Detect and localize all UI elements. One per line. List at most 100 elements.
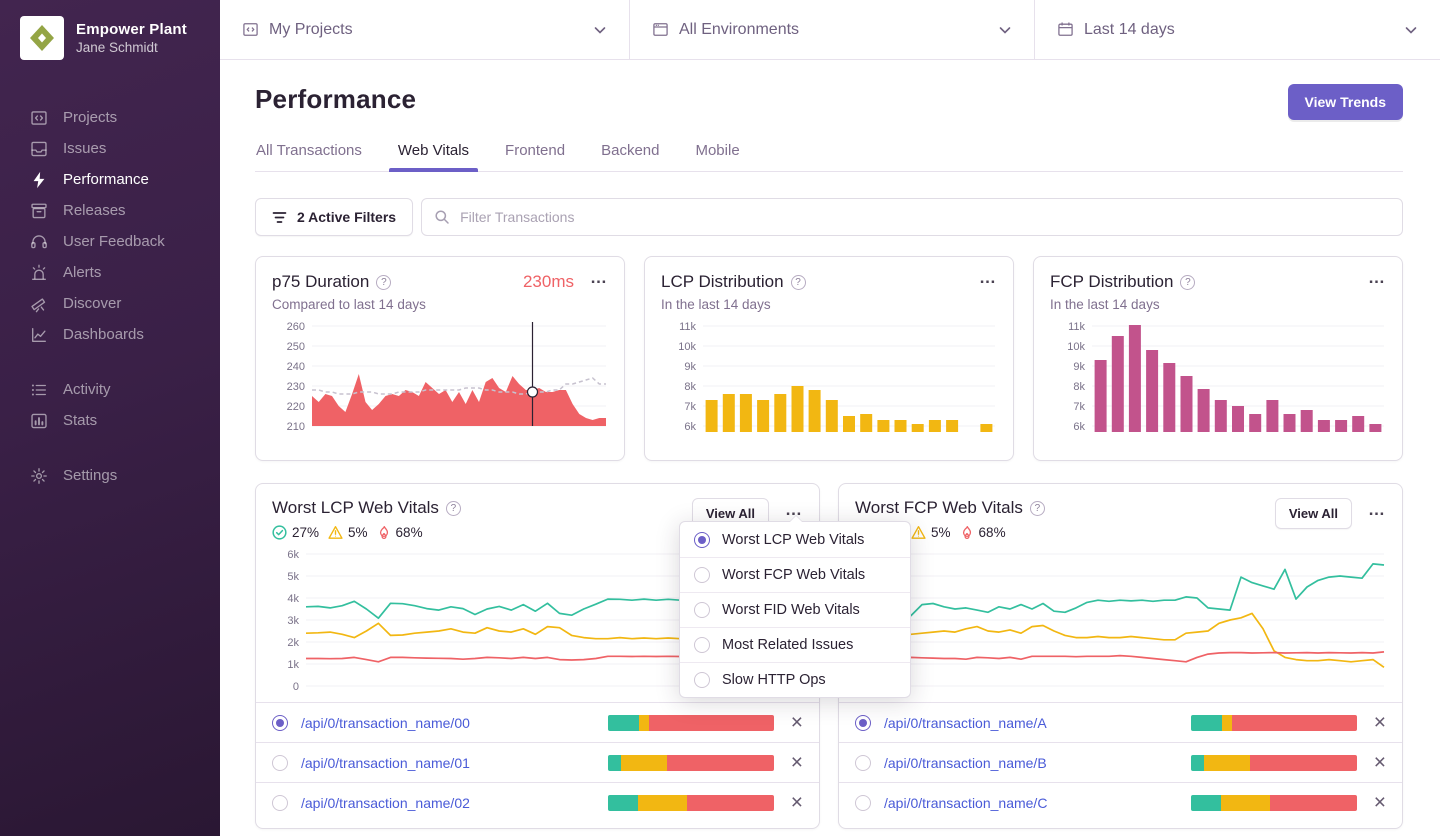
menu-item-slow-http-ops[interactable]: Slow HTTP Ops bbox=[680, 662, 910, 697]
poor-segment bbox=[687, 794, 774, 811]
sidebar-item-performance[interactable]: Performance bbox=[0, 164, 220, 195]
svg-text:260: 260 bbox=[287, 321, 305, 333]
menu-radio[interactable] bbox=[694, 672, 710, 688]
svg-text:3k: 3k bbox=[287, 615, 299, 627]
svg-text:9k: 9k bbox=[684, 361, 696, 373]
view-trends-button[interactable]: View Trends bbox=[1287, 84, 1403, 120]
more-options-icon[interactable] bbox=[1368, 277, 1386, 287]
close-icon[interactable]: × bbox=[1374, 792, 1386, 813]
svg-text:11k: 11k bbox=[679, 321, 696, 333]
transaction-radio[interactable] bbox=[855, 794, 871, 811]
help-icon[interactable] bbox=[445, 500, 461, 516]
sidebar-item-activity[interactable]: Activity bbox=[0, 374, 220, 405]
more-options-icon[interactable] bbox=[590, 277, 608, 287]
close-icon[interactable]: × bbox=[791, 752, 803, 773]
transaction-link[interactable]: /api/0/transaction_name/00 bbox=[301, 715, 470, 731]
sidebar-item-user-feedback[interactable]: User Feedback bbox=[0, 226, 220, 257]
environment-filter-dropdown[interactable]: All Environments bbox=[630, 0, 1035, 59]
tab-backend[interactable]: Backend bbox=[600, 142, 660, 171]
sidebar-item-stats[interactable]: Stats bbox=[0, 405, 220, 436]
menu-item-worst-fcp-web-vitals[interactable]: Worst FCP Web Vitals bbox=[680, 557, 910, 592]
sidebar-item-settings[interactable]: Settings bbox=[0, 460, 220, 491]
chevron-down-icon bbox=[999, 26, 1011, 34]
vital-stat-value: 27% bbox=[292, 525, 320, 540]
active-filters-button[interactable]: 2 Active Filters bbox=[255, 198, 414, 236]
vitals-breakdown-bar bbox=[607, 794, 774, 811]
more-options-icon[interactable] bbox=[979, 277, 997, 287]
project-filter-dropdown[interactable]: My Projects bbox=[220, 0, 630, 59]
sidebar-item-label: Issues bbox=[63, 140, 107, 157]
menu-radio[interactable] bbox=[694, 602, 710, 618]
menu-item-worst-fid-web-vitals[interactable]: Worst FID Web Vitals bbox=[680, 592, 910, 627]
menu-item-label: Worst LCP Web Vitals bbox=[722, 531, 865, 548]
svg-text:10k: 10k bbox=[1067, 341, 1085, 353]
svg-text:7k: 7k bbox=[684, 401, 696, 413]
sidebar-item-label: User Feedback bbox=[63, 233, 165, 250]
tab-frontend[interactable]: Frontend bbox=[504, 142, 566, 171]
transaction-link[interactable]: /api/0/transaction_name/A bbox=[884, 715, 1047, 731]
performance-tabs: All Transactions Web Vitals Frontend Backen… bbox=[255, 142, 1403, 172]
close-icon[interactable]: × bbox=[791, 792, 803, 813]
tab-mobile[interactable]: Mobile bbox=[694, 142, 740, 171]
p75-duration-card: p75 Duration 230ms Compared to last 14 d… bbox=[255, 256, 625, 461]
transaction-radio[interactable] bbox=[272, 714, 288, 731]
transaction-radio[interactable] bbox=[272, 794, 288, 811]
menu-item-worst-lcp-web-vitals[interactable]: Worst LCP Web Vitals bbox=[680, 522, 910, 557]
date-range-label: Last 14 days bbox=[1084, 20, 1175, 38]
transaction-radio[interactable] bbox=[855, 754, 871, 771]
transaction-link[interactable]: /api/0/transaction_name/B bbox=[884, 755, 1047, 771]
poor-segment bbox=[1250, 754, 1357, 771]
p75-value: 230ms bbox=[522, 272, 574, 291]
menu-radio[interactable] bbox=[694, 637, 710, 653]
help-icon[interactable] bbox=[376, 274, 392, 290]
org-switcher[interactable]: Empower Plant Jane Schmidt bbox=[0, 0, 220, 76]
sidebar-item-alerts[interactable]: Alerts bbox=[0, 257, 220, 288]
tab-all-transactions[interactable]: All Transactions bbox=[255, 142, 363, 171]
main-content: Performance View Trends All Transactions… bbox=[220, 60, 1440, 836]
help-icon[interactable] bbox=[1029, 500, 1045, 516]
tab-web-vitals[interactable]: Web Vitals bbox=[388, 142, 479, 172]
dashboards-icon bbox=[32, 327, 46, 342]
svg-text:6k: 6k bbox=[684, 421, 696, 433]
view-all-button[interactable]: View All bbox=[1274, 498, 1352, 529]
svg-text:9k: 9k bbox=[1073, 361, 1085, 373]
user-feedback-icon bbox=[31, 234, 47, 248]
close-icon[interactable]: × bbox=[791, 712, 803, 733]
window-icon bbox=[653, 23, 668, 36]
filter-icon bbox=[272, 211, 287, 223]
date-range-dropdown[interactable]: Last 14 days bbox=[1035, 0, 1440, 59]
transaction-link[interactable]: /api/0/transaction_name/02 bbox=[301, 795, 470, 811]
fcp-distribution-chart: 11k 10k 9k 8k 7k 6k bbox=[1067, 321, 1384, 433]
good-segment bbox=[1190, 754, 1204, 771]
transaction-radio[interactable] bbox=[272, 754, 288, 771]
menu-radio[interactable] bbox=[694, 567, 710, 583]
transaction-link[interactable]: /api/0/transaction_name/C bbox=[884, 795, 1047, 811]
vital-stat-value: 68% bbox=[395, 525, 423, 540]
meh-segment bbox=[637, 794, 688, 811]
close-icon[interactable]: × bbox=[1374, 752, 1386, 773]
svg-text:0: 0 bbox=[293, 681, 299, 693]
transaction-radio[interactable] bbox=[855, 714, 871, 731]
transaction-link[interactable]: /api/0/transaction_name/01 bbox=[301, 755, 470, 771]
search-input[interactable] bbox=[460, 209, 1390, 225]
check-circle-icon bbox=[272, 525, 287, 540]
svg-text:8k: 8k bbox=[1073, 381, 1085, 393]
transaction-search bbox=[421, 198, 1403, 236]
sidebar-item-dashboards[interactable]: Dashboards bbox=[0, 319, 220, 350]
transaction-row: /api/0/transaction_name/C × bbox=[839, 782, 1402, 822]
menu-radio[interactable] bbox=[694, 531, 710, 548]
global-filter-bar: My Projects All Environments Last 14 day… bbox=[220, 0, 1440, 60]
sidebar-item-releases[interactable]: Releases bbox=[0, 195, 220, 226]
page-title: Performance bbox=[255, 84, 417, 114]
sidebar-item-issues[interactable]: Issues bbox=[0, 133, 220, 164]
svg-text:240: 240 bbox=[287, 361, 305, 373]
svg-text:6k: 6k bbox=[287, 549, 299, 561]
help-icon[interactable] bbox=[1180, 274, 1196, 290]
close-icon[interactable]: × bbox=[1374, 712, 1386, 733]
menu-item-most-related-issues[interactable]: Most Related Issues bbox=[680, 627, 910, 662]
sidebar-item-projects[interactable]: Projects bbox=[0, 102, 220, 133]
sidebar-item-discover[interactable]: Discover bbox=[0, 288, 220, 319]
help-icon[interactable] bbox=[790, 274, 806, 290]
good-segment bbox=[1190, 794, 1221, 811]
more-options-icon[interactable] bbox=[1368, 509, 1386, 519]
